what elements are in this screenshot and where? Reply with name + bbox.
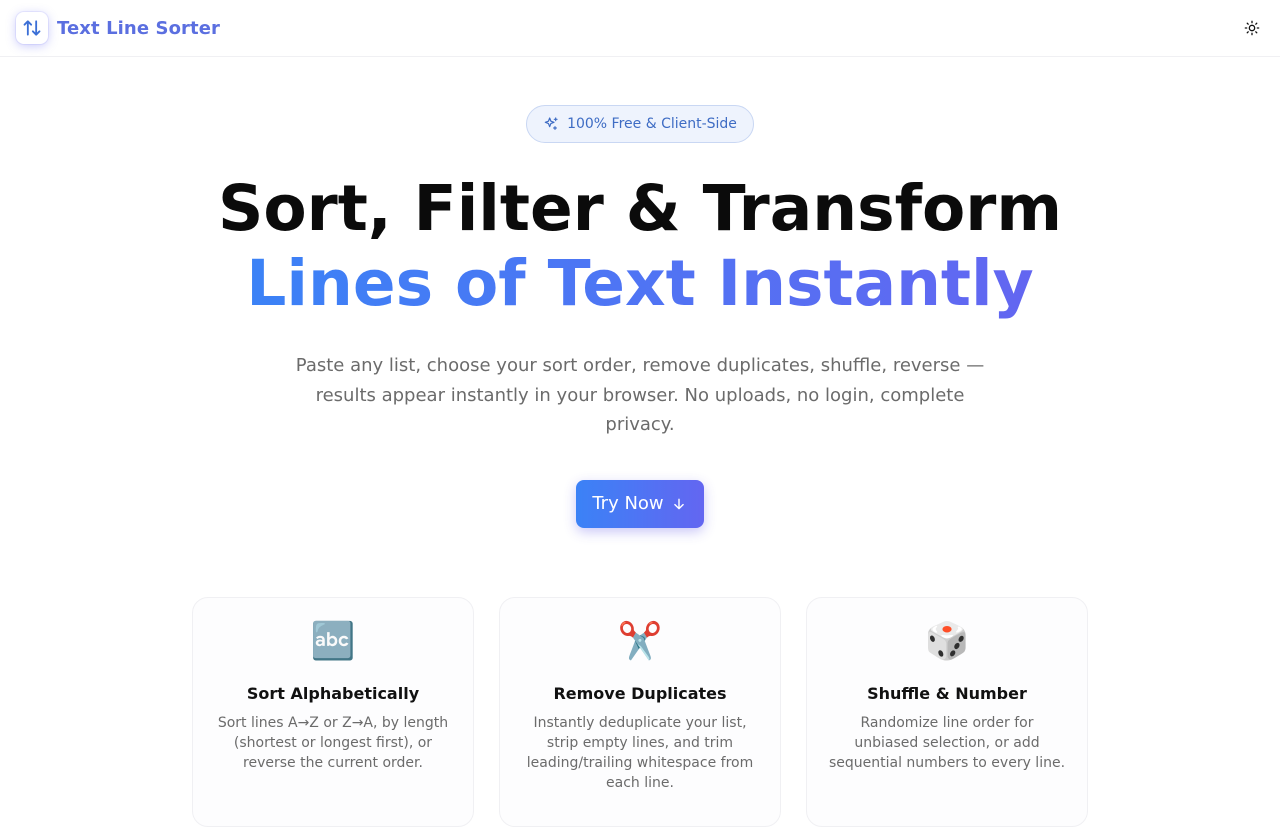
feature-card-shuffle: 🎲 Shuffle & Number Randomize line order … — [806, 597, 1088, 827]
top-header: Text Line Sorter — [0, 0, 1280, 57]
badge-text: 100% Free & Client-Side — [567, 116, 737, 132]
hero-title-line2: Lines of Text Instantly — [246, 247, 1034, 320]
feature-title: Sort Alphabetically — [246, 684, 420, 703]
feature-card-dedupe: ✂️ Remove Duplicates Instantly deduplica… — [499, 597, 781, 827]
logo — [16, 12, 48, 44]
sparkles-icon — [544, 117, 558, 130]
dice-icon: 🎲 — [924, 621, 970, 662]
hero-subtitle: Paste any list, choose your sort order, … — [295, 355, 985, 435]
arrow-down-icon — [673, 498, 684, 509]
feature-card-sort: 🔤 Sort Alphabetically Sort lines A→Z or … — [192, 597, 474, 827]
feature-title: Remove Duplicates — [553, 684, 727, 703]
feature-title: Shuffle & Number — [867, 684, 1027, 703]
free-badge: 100% Free & Client-Side — [526, 105, 754, 143]
hero-title: Sort, Filter & Transform Lines of Text I… — [0, 171, 1280, 321]
hero-section: 100% Free & Client-Side Sort, Filter & T… — [0, 57, 1280, 528]
try-now-button[interactable]: Try Now — [576, 479, 704, 528]
feature-description: Randomize line order for unbiased select… — [828, 715, 1066, 771]
try-now-label: Try Now — [592, 493, 664, 514]
features-section: 🔤 Sort Alphabetically Sort lines A→Z or … — [192, 597, 1088, 827]
feature-description: Instantly deduplicate your list, strip e… — [526, 715, 754, 791]
brand-link[interactable]: Text Line Sorter — [16, 12, 220, 44]
abc-icon: 🔤 — [310, 621, 356, 662]
sort-arrows-icon — [23, 20, 41, 36]
hero-title-line1: Sort, Filter & Transform — [217, 172, 1063, 245]
scissors-icon: ✂️ — [617, 621, 663, 662]
theme-toggle-button[interactable] — [1242, 18, 1262, 38]
brand-name: Text Line Sorter — [57, 17, 221, 39]
feature-description: Sort lines A→Z or Z→A, by length (shorte… — [217, 715, 449, 771]
sun-icon — [1244, 20, 1260, 36]
